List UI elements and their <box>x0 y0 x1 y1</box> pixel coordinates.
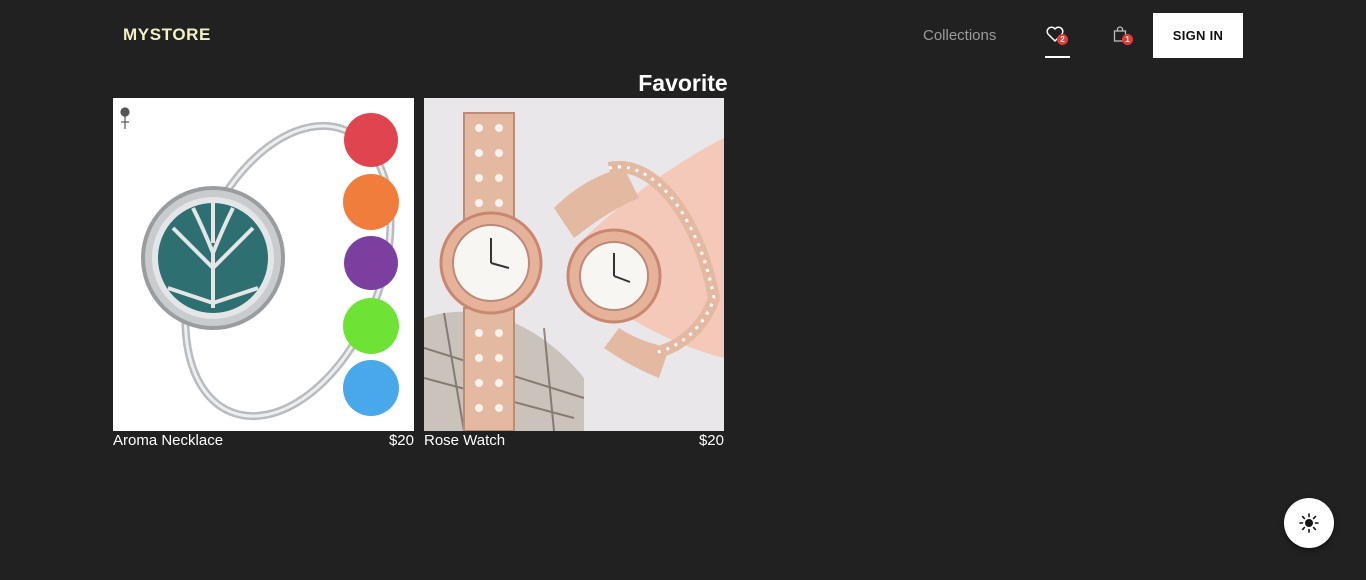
page-title: Favorite <box>638 70 728 96</box>
favorites-count-badge: 2 <box>1057 34 1068 45</box>
product-name[interactable]: Aroma Necklace <box>113 432 223 449</box>
active-underline <box>1045 56 1070 58</box>
sign-in-button[interactable]: SIGN IN <box>1153 13 1243 58</box>
aroma-necklace-image <box>113 98 414 431</box>
nav-collections-link[interactable]: Collections <box>923 27 996 44</box>
product-image-aroma-necklace[interactable] <box>113 98 414 431</box>
rose-watch-image <box>424 98 724 431</box>
product-image-rose-watch[interactable] <box>424 98 724 431</box>
product-price: $20 <box>698 432 724 449</box>
product-card[interactable]: Aroma Necklace $20 <box>113 98 414 449</box>
sun-icon <box>1299 513 1319 533</box>
favorites-link[interactable]: 2 <box>1045 24 1071 58</box>
store-logo[interactable]: MYSTORE <box>123 25 211 45</box>
product-name[interactable]: Rose Watch <box>424 432 505 449</box>
cart-count-badge: 1 <box>1122 34 1133 45</box>
theme-toggle-button[interactable] <box>1284 498 1334 548</box>
cart-link[interactable]: 1 <box>1112 24 1134 48</box>
product-card[interactable]: Rose Watch $20 <box>424 98 724 449</box>
page-title-wrap: Favorite <box>0 70 1366 97</box>
product-price: $20 <box>388 432 414 449</box>
